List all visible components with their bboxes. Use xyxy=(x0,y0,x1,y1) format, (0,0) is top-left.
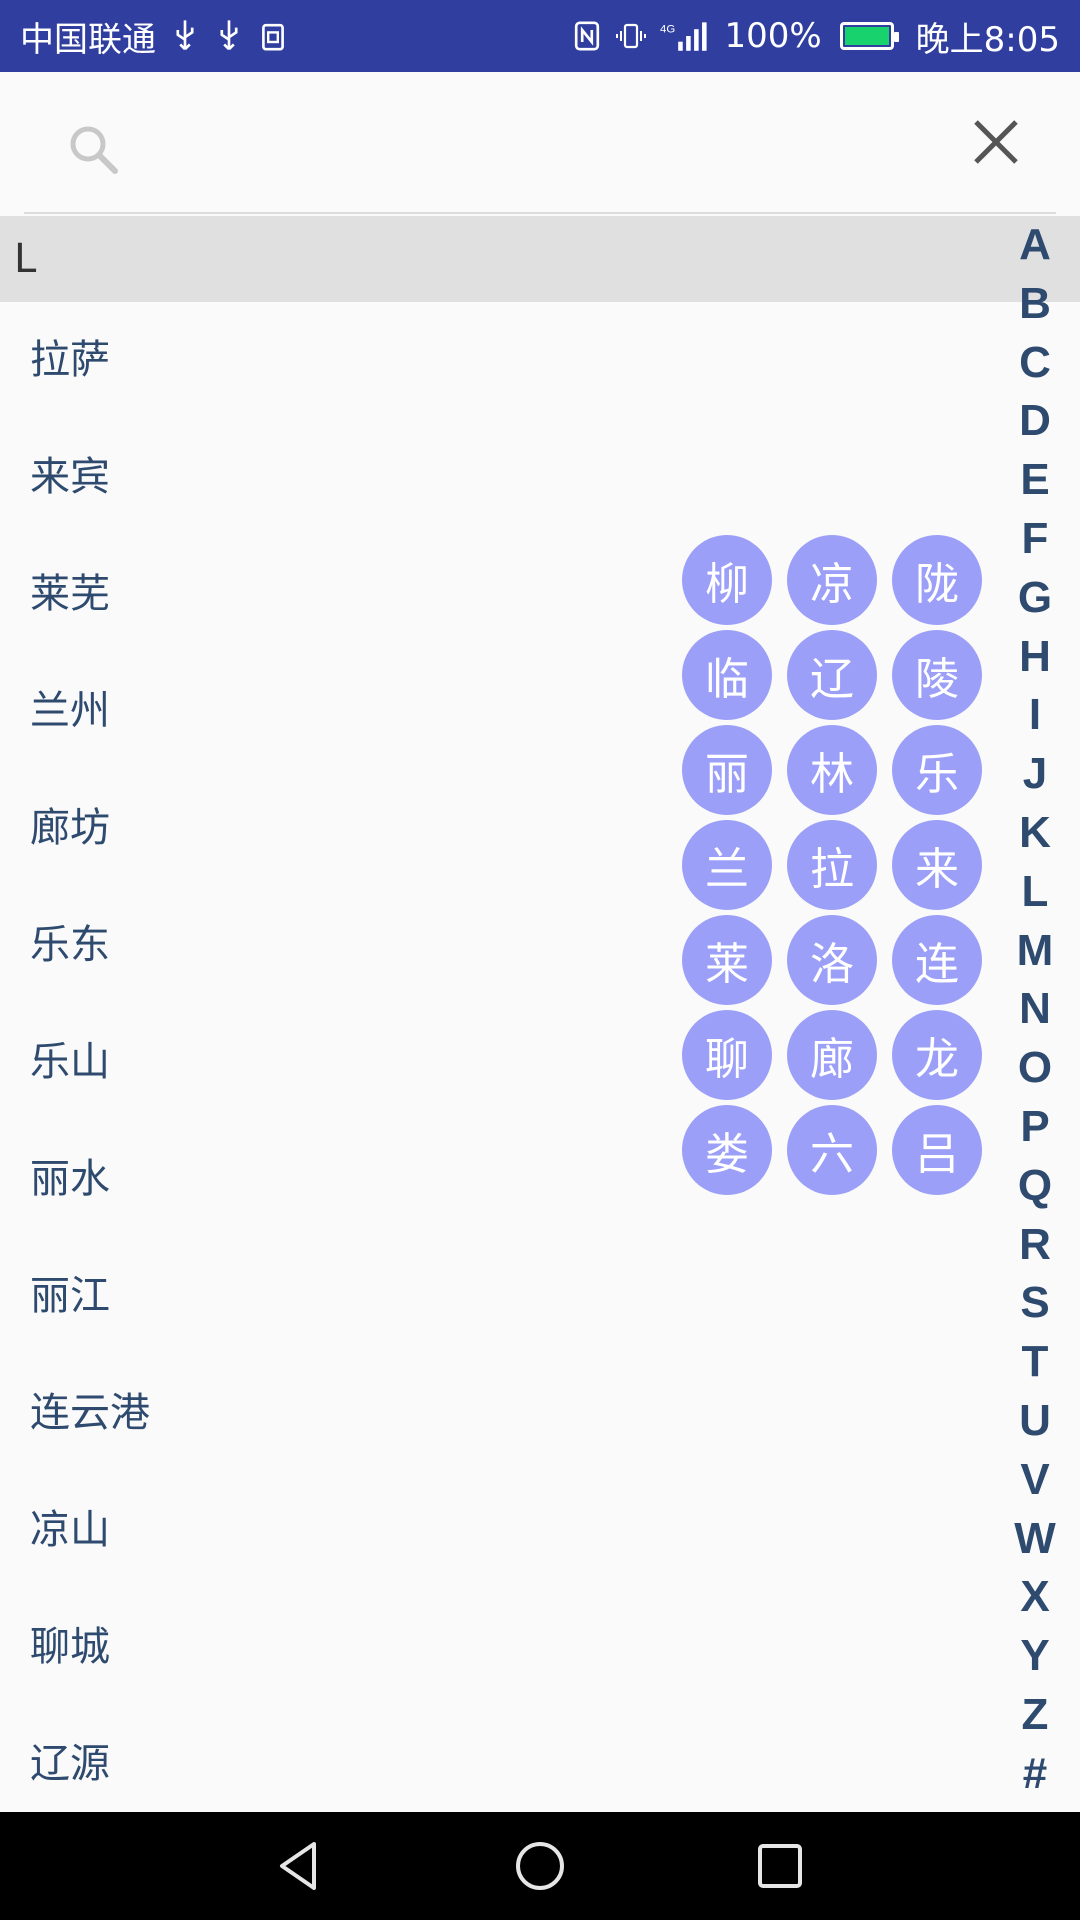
char-button[interactable]: 林 xyxy=(787,725,877,815)
char-button[interactable]: 龙 xyxy=(892,1010,982,1100)
char-button[interactable]: 陇 xyxy=(892,535,982,625)
search-divider xyxy=(24,212,1056,214)
index-letter[interactable]: Q xyxy=(1005,1157,1065,1216)
char-button[interactable]: 吕 xyxy=(892,1105,982,1195)
char-button[interactable]: 廊 xyxy=(787,1010,877,1100)
clock: 晚上8:05 xyxy=(915,19,1060,60)
index-letter[interactable]: S xyxy=(1005,1274,1065,1333)
index-letter[interactable]: H xyxy=(1005,628,1065,687)
char-button[interactable]: 连 xyxy=(892,915,982,1005)
char-button[interactable]: 洛 xyxy=(787,915,877,1005)
carrier-label: 中国联通 xyxy=(20,19,156,60)
index-letter[interactable]: W xyxy=(1005,1510,1065,1569)
char-button[interactable]: 莱 xyxy=(682,915,772,1005)
index-letter[interactable]: U xyxy=(1005,1392,1065,1451)
index-letter[interactable]: Y xyxy=(1005,1627,1065,1686)
city-item[interactable]: 辽源 xyxy=(0,1706,990,1823)
char-button[interactable]: 来 xyxy=(892,820,982,910)
search-input[interactable] xyxy=(140,112,920,182)
usb-icon xyxy=(214,16,244,56)
index-letter[interactable]: C xyxy=(1005,334,1065,393)
status-right: 4G 100% 晚上8:05 xyxy=(572,12,1060,61)
search-bar xyxy=(0,72,1080,214)
index-letter[interactable]: R xyxy=(1005,1216,1065,1275)
recents-icon[interactable] xyxy=(750,1836,810,1896)
home-icon[interactable] xyxy=(510,1836,570,1896)
index-letter[interactable]: M xyxy=(1005,922,1065,981)
char-button[interactable]: 乐 xyxy=(892,725,982,815)
char-button[interactable]: 丽 xyxy=(682,725,772,815)
char-button[interactable]: 柳 xyxy=(682,535,772,625)
index-letter[interactable]: J xyxy=(1005,745,1065,804)
status-left: 中国联通 xyxy=(20,12,288,61)
char-button[interactable]: 拉 xyxy=(787,820,877,910)
alphabet-index: A B C D E F G H I J K L M N O P Q R S T … xyxy=(1010,216,1060,1804)
vibrate-icon xyxy=(616,16,647,56)
city-item[interactable]: 来宾 xyxy=(0,419,990,536)
search-icon xyxy=(70,126,118,174)
index-letter[interactable]: I xyxy=(1005,686,1065,745)
back-icon[interactable] xyxy=(270,1836,330,1896)
city-item[interactable]: 连云港 xyxy=(0,1355,990,1472)
char-button[interactable]: 兰 xyxy=(682,820,772,910)
char-button[interactable]: 临 xyxy=(682,630,772,720)
index-letter[interactable]: L xyxy=(1005,863,1065,922)
index-letter[interactable]: V xyxy=(1005,1451,1065,1510)
index-letter[interactable]: # xyxy=(1005,1745,1065,1804)
index-letter[interactable]: K xyxy=(1005,804,1065,863)
index-letter[interactable]: G xyxy=(1005,569,1065,628)
char-button[interactable]: 辽 xyxy=(787,630,877,720)
status-bar: 中国联通 4G 100% 晚上8:05 xyxy=(0,0,1080,72)
close-icon[interactable] xyxy=(970,116,1022,168)
char-button[interactable]: 聊 xyxy=(682,1010,772,1100)
index-letter[interactable]: F xyxy=(1005,510,1065,569)
svg-text:4G: 4G xyxy=(660,24,675,36)
nfc-icon xyxy=(572,16,602,56)
city-item[interactable]: 拉萨 xyxy=(0,302,990,419)
index-letter[interactable]: O xyxy=(1005,1039,1065,1098)
city-item[interactable]: 聊城 xyxy=(0,1589,990,1706)
index-letter[interactable]: X xyxy=(1005,1568,1065,1627)
sim-icon xyxy=(258,16,288,56)
battery-icon xyxy=(839,22,899,50)
index-letter[interactable]: A xyxy=(1005,216,1065,275)
section-header: L xyxy=(0,216,1080,302)
index-letter[interactable]: B xyxy=(1005,275,1065,334)
index-letter[interactable]: E xyxy=(1005,451,1065,510)
signal-icon: 4G xyxy=(660,16,710,56)
char-button[interactable]: 六 xyxy=(787,1105,877,1195)
char-button[interactable]: 陵 xyxy=(892,630,982,720)
char-grid: 柳 凉 陇 临 辽 陵 丽 林 乐 兰 拉 来 莱 洛 连 聊 廊 龙 娄 六 … xyxy=(682,535,984,1195)
index-letter[interactable]: T xyxy=(1005,1333,1065,1392)
usb-icon xyxy=(170,16,200,56)
char-button[interactable]: 娄 xyxy=(682,1105,772,1195)
index-letter[interactable]: N xyxy=(1005,980,1065,1039)
battery-percent: 100% xyxy=(724,16,822,56)
city-item[interactable]: 凉山 xyxy=(0,1472,990,1589)
navigation-bar xyxy=(0,1812,1080,1920)
index-letter[interactable]: D xyxy=(1005,392,1065,451)
city-item[interactable]: 丽江 xyxy=(0,1238,990,1355)
char-button[interactable]: 凉 xyxy=(787,535,877,625)
index-letter[interactable]: Z xyxy=(1005,1686,1065,1745)
index-letter[interactable]: P xyxy=(1005,1098,1065,1157)
